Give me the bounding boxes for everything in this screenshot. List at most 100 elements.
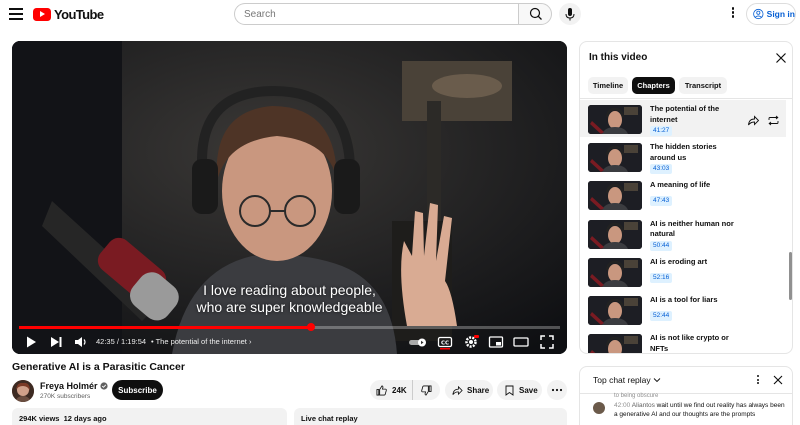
like-count: 24K xyxy=(392,385,407,395)
chapter-timestamp: 52:16 xyxy=(650,272,673,283)
chat-close-icon[interactable] xyxy=(773,375,783,385)
save-label: Save xyxy=(519,385,538,395)
like-dislike-group: 24K xyxy=(370,380,440,400)
live-chat-replay-box[interactable]: Live chat replay xyxy=(294,408,567,425)
play-icon[interactable] xyxy=(23,334,39,350)
live-chat-panel: Top chat replay to being obscure 42:00 A… xyxy=(579,366,793,425)
voice-search-button[interactable] xyxy=(559,3,581,25)
progress-bar[interactable] xyxy=(19,323,560,331)
youtube-play-icon xyxy=(33,7,51,21)
chat-message-author[interactable]: Aliantos xyxy=(632,402,655,409)
progress-fill xyxy=(19,326,312,329)
chapter-thumbnail xyxy=(588,181,642,211)
more-actions-button[interactable] xyxy=(547,380,567,400)
chapter-item[interactable]: AI is eroding art 52:16 xyxy=(580,253,786,290)
channel-avatar[interactable] xyxy=(12,380,34,402)
chapter-item[interactable]: AI is neither human nor natural 50:44 xyxy=(580,215,786,252)
subscribe-button[interactable]: Subscribe xyxy=(112,380,163,400)
youtube-logo[interactable]: YouTube xyxy=(33,6,104,22)
chat-message: 42:00 Aliantos wait until we find out re… xyxy=(614,401,786,419)
tab-divider xyxy=(580,98,792,99)
chapter-title: AI is not like crypto or NFTs xyxy=(650,333,729,353)
chapter-item[interactable]: The hidden stories around us 43:03 xyxy=(580,138,786,175)
chapter-thumbnail xyxy=(588,334,642,353)
fullscreen-icon[interactable] xyxy=(539,334,555,350)
chapter-loop-icon[interactable] xyxy=(767,114,780,127)
views-and-date: 294K views 12 days ago xyxy=(19,414,107,423)
video-player[interactable]: I love reading about people, who are sup… xyxy=(12,41,567,354)
sign-in-label: Sign in xyxy=(766,9,795,19)
chapter-title: The potential of the internet xyxy=(650,104,720,124)
tab-transcript[interactable]: Transcript xyxy=(679,77,727,94)
chapter-title: A meaning of life xyxy=(650,180,711,190)
caption-line-1: I love reading about people, xyxy=(203,282,376,298)
share-label: Share xyxy=(467,385,490,395)
captions-icon[interactable]: CC xyxy=(437,334,453,350)
more-horizontal-icon xyxy=(551,388,563,392)
share-button[interactable]: Share xyxy=(445,380,493,400)
chapter-timestamp: 41:27 xyxy=(650,126,673,136)
autoplay-toggle-icon[interactable] xyxy=(408,334,428,350)
chat-divider xyxy=(580,393,792,394)
channel-name: Freya Holmér xyxy=(40,381,98,391)
chapter-item[interactable]: AI is not like crypto or NFTs xyxy=(580,329,786,353)
settings-more-icon[interactable] xyxy=(727,6,739,22)
chapter-timestamp: 47:43 xyxy=(650,196,673,207)
chat-message-time: 42:00 xyxy=(614,402,631,409)
live-chat-replay-label: Live chat replay xyxy=(301,414,358,423)
chapter-thumbnail xyxy=(588,105,642,134)
dislike-button[interactable] xyxy=(413,380,440,400)
chapter-thumbnail xyxy=(588,296,642,325)
description-box[interactable]: 294K views 12 days ago xyxy=(12,408,287,425)
time-display: 42:35 / 1:19:54 xyxy=(96,337,147,346)
tab-timeline[interactable]: Timeline xyxy=(588,77,628,94)
chapter-timestamp: 43:03 xyxy=(650,164,673,175)
theater-mode-icon[interactable] xyxy=(513,334,529,350)
chapter-title: The hidden stories around us xyxy=(650,142,717,162)
microphone-icon xyxy=(565,8,575,21)
chapter-timestamp: 50:44 xyxy=(650,240,673,251)
save-button[interactable]: Save xyxy=(497,380,542,400)
chapter-item[interactable]: AI is a tool for liars 52:44 xyxy=(580,291,786,328)
chapter-share-icon[interactable] xyxy=(747,114,760,127)
subscriber-count: 270K subscribers xyxy=(40,393,91,400)
current-chapter-label: The potential of the internet xyxy=(155,337,247,346)
tab-chapters[interactable]: Chapters xyxy=(632,77,675,94)
logo-text: YouTube xyxy=(54,6,104,22)
chapter-title: AI is neither human nor natural xyxy=(650,218,734,239)
chapter-thumbnail xyxy=(588,143,642,173)
volume-icon[interactable] xyxy=(73,334,89,350)
chat-user-avatar[interactable] xyxy=(593,402,605,414)
miniplayer-icon[interactable] xyxy=(488,334,504,350)
panel-title: In this video xyxy=(589,52,648,63)
top-bar: YouTube Sign in xyxy=(0,0,800,30)
search-icon xyxy=(529,7,542,20)
settings-gear-icon[interactable] xyxy=(463,334,479,350)
chapter-item[interactable]: The potential of the internet 41:27 xyxy=(580,100,786,137)
like-button[interactable]: 24K xyxy=(370,380,413,400)
chapter-title: AI is eroding art xyxy=(650,256,708,266)
chapter-item[interactable]: A meaning of life 47:43 xyxy=(580,176,786,213)
chat-mode-label: Top chat replay xyxy=(593,375,651,385)
search-button[interactable] xyxy=(518,3,552,25)
search-input[interactable] xyxy=(234,3,519,25)
chapter-timestamp: 52:44 xyxy=(650,311,673,321)
avatar-image xyxy=(12,380,34,402)
sign-in-button[interactable]: Sign in xyxy=(746,3,796,25)
menu-icon[interactable] xyxy=(9,8,23,20)
chapter-thumbnail xyxy=(588,219,642,249)
chat-more-icon[interactable] xyxy=(754,374,762,386)
caption-line-2: who are super knowledgeable xyxy=(196,299,383,315)
svg-text:CC: CC xyxy=(441,341,449,347)
player-controls: 42:35 / 1:19:54 • The potential of the i… xyxy=(12,331,567,353)
close-icon[interactable] xyxy=(775,52,787,64)
thumbs-up-icon xyxy=(376,385,387,395)
current-chapter-link[interactable]: • The potential of the internet › xyxy=(151,337,251,346)
video-title: Generative AI is a Parasitic Cancer xyxy=(12,361,185,373)
chapter-list-scrollbar[interactable] xyxy=(789,252,792,300)
chapter-title: AI is a tool for liars xyxy=(650,295,718,304)
channel-name-link[interactable]: Freya Holmér xyxy=(40,381,108,391)
chat-faded-message: to being obscure xyxy=(614,393,659,399)
next-icon[interactable] xyxy=(48,334,64,350)
chat-mode-dropdown[interactable]: Top chat replay xyxy=(593,375,661,385)
